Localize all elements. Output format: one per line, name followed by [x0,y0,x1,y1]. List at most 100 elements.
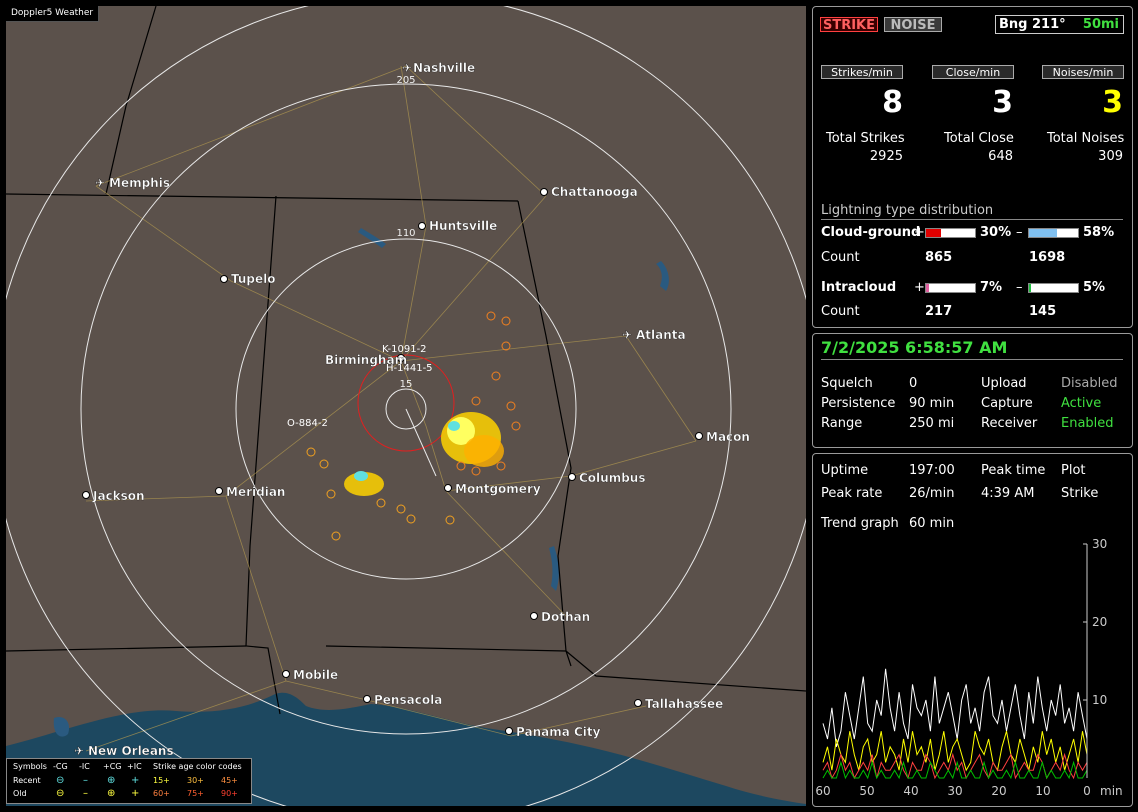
capture-value[interactable]: Active [1061,396,1101,411]
radar-map[interactable]: 205 110 15 K-1091-2 H-1441-5 O-884-2 ✈ Na… [6,6,806,806]
ic-neg-sign: – [1016,280,1023,295]
city-macon[interactable]: Macon [695,430,750,444]
x-tick-label: 40 [903,784,918,798]
ic-negative-bar [1028,283,1079,293]
squelch-value: 0 [909,376,918,391]
age-75: 75+ [187,789,204,798]
peak-rate-label: Peak rate [821,486,883,501]
svg-text:Atlanta: Atlanta [636,328,686,342]
noises-per-min-value: 3 [1102,85,1123,120]
age-30: 30+ [187,776,204,785]
x-tick-label: 30 [947,784,962,798]
city-tallahassee[interactable]: Tallahassee [634,697,724,711]
svg-text:Jackson: Jackson [92,489,145,503]
old-neg-ic-icon: – [83,788,88,799]
svg-text:Tallahassee: Tallahassee [645,697,723,711]
receiver-label: Receiver [981,416,1038,431]
peak-time-label: Peak time [981,463,1046,478]
city-columbus[interactable]: Columbus [568,471,646,485]
bearing-line [405,408,437,477]
range-value: 250 mi [909,416,955,431]
old-pos-ic-icon: + [131,788,140,799]
cg-positive-bar [925,228,976,238]
ic-negative-percent: 5% [1083,280,1106,295]
svg-text:Birmingham: Birmingham [325,353,407,367]
ic-pos-sign: + [914,280,925,295]
cg-positive-count: 865 [925,250,953,265]
old-pos-cg-icon: ⊕ [107,788,116,799]
uptime-value: 197:00 [909,463,955,478]
city-meridian[interactable]: Meridian [215,485,286,499]
legend-recent-label: Recent [13,776,41,785]
distribution-title: Lightning type distribution [821,203,994,218]
receiver-value[interactable]: Enabled [1061,416,1114,431]
uptime-label: Uptime [821,463,869,478]
bearing-value: Bng 211° [999,17,1066,32]
upload-value[interactable]: Disabled [1061,376,1117,391]
y-tick-label: 10 [1092,693,1107,707]
range-label: 15 [400,379,413,390]
city-montgomery[interactable]: Montgomery [444,482,541,496]
trend-label: Trend graph [821,516,899,531]
cg-positive-percent: 30% [980,225,1012,240]
svg-text:Meridian: Meridian [226,485,285,499]
svg-text:Macon: Macon [706,430,750,444]
map-canvas[interactable]: 205 110 15 K-1091-2 H-1441-5 O-884-2 ✈ Na… [6,6,806,806]
age-60: 60+ [153,789,170,798]
city-pensacola[interactable]: Pensacola [363,693,443,707]
city-huntsville[interactable]: Huntsville [418,219,498,233]
svg-text:Huntsville: Huntsville [429,219,497,233]
svg-text:Mobile: Mobile [293,668,338,682]
city-panama-city[interactable]: Panama City [505,725,601,739]
cg-pos-sign: + [914,225,925,240]
upload-label: Upload [981,376,1027,391]
strike-cluster-west[interactable] [306,447,455,541]
city-atlanta[interactable]: ✈ Atlanta [622,328,686,342]
strike-mode-button[interactable]: STRIKE [820,17,878,33]
city-nashville[interactable]: ✈ Nashville [402,61,475,75]
bearing-range-box: Bng 211° 50mi [995,15,1124,34]
noises-per-min-label: Noises/min [1042,65,1124,79]
x-tick-label: 60 [815,784,830,798]
city-birmingham[interactable]: Birmingham [325,353,407,367]
app-title: Doppler5 Weather [6,6,100,22]
plot-value[interactable]: Strike [1061,486,1098,501]
legend-symbols-label: Symbols [13,762,47,771]
age-45: 45+ [221,776,238,785]
legend-neg-cg: -CG [53,762,68,771]
close-per-min-value: 3 [992,85,1013,120]
legend-old-label: Old [13,789,27,798]
recent-neg-ic-icon: – [83,775,88,786]
roads [85,65,697,752]
trend-value: 60 min [909,516,955,531]
svg-text:Chattanooga: Chattanooga [551,185,638,199]
recent-neg-cg-icon: ⊖ [56,775,65,786]
city-dothan[interactable]: Dothan [530,610,591,624]
noise-mode-button[interactable]: NOISE [884,17,942,33]
total-close-value: 648 [988,149,1013,164]
peak-rate-value: 26/min [909,486,955,501]
cg-negative-count: 1698 [1029,250,1066,265]
trend-panel: Uptime 197:00 Peak time Plot Peak rate 2… [812,453,1133,807]
age-90: 90+ [221,789,238,798]
old-neg-cg-icon: ⊖ [56,788,65,799]
lake [549,546,559,591]
cg-negative-percent: 58% [1083,225,1115,240]
svg-text:Pensacola: Pensacola [374,693,442,707]
status-divider [821,359,1123,360]
city-chattanooga[interactable]: Chattanooga [540,185,638,199]
cg-negative-fill [1029,229,1058,237]
status-panel: 7/2/2025 6:58:57 AM Squelch 0 Upload Dis… [812,333,1133,448]
ic-positive-bar [925,283,976,293]
total-noises-label: Total Noises [1047,131,1125,146]
range-label: Range [821,416,863,431]
city-mobile[interactable]: Mobile [282,668,339,682]
city-memphis[interactable]: ✈ Memphis [95,176,170,190]
trend-series-3 [822,760,1088,780]
cg-count-label: Count [821,250,860,265]
squelch-label: Squelch [821,376,873,391]
intracloud-label: Intracloud [821,280,897,295]
svg-text:Dothan: Dothan [541,610,590,624]
plot-label: Plot [1061,463,1086,478]
city-new-orleans[interactable]: ✈ New Orleans [74,744,174,758]
